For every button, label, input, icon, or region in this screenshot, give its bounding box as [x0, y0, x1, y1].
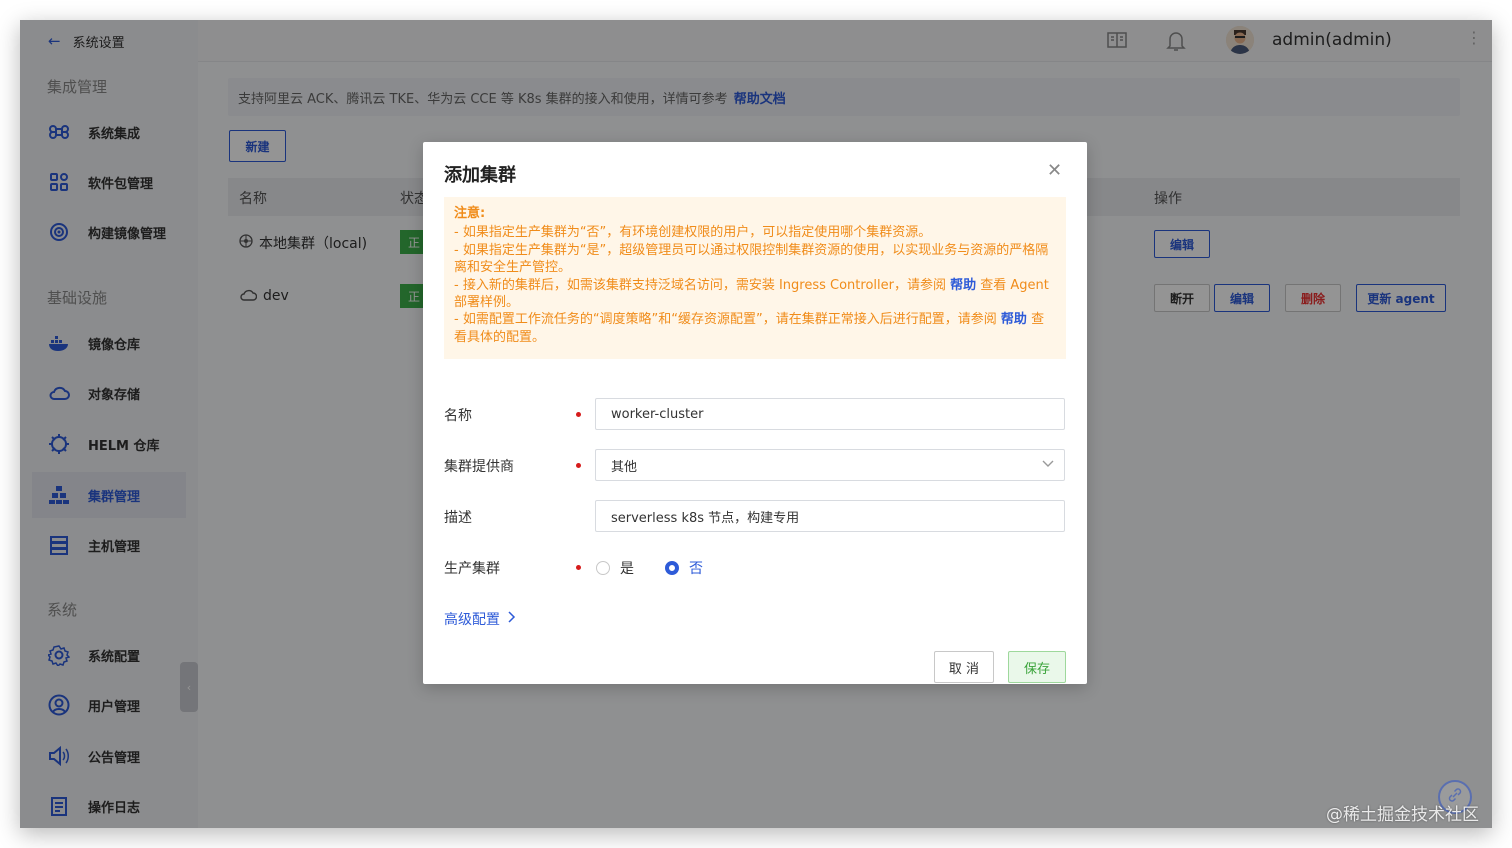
close-icon[interactable]: ✕: [1047, 160, 1062, 181]
warning-title: 注意:: [454, 206, 486, 221]
desc-input[interactable]: serverless k8s 节点，构建专用: [595, 500, 1065, 532]
required-marker: [576, 565, 581, 570]
required-marker: [576, 463, 581, 468]
dialog-title: 添加集群: [444, 165, 516, 186]
name-label: 名称: [444, 408, 472, 424]
provider-label: 集群提供商: [444, 459, 514, 475]
warning-text: - 如需配置工作流任务的“调度策略”和“缓存资源配置”，请在集群正常接入后进行配…: [454, 312, 997, 328]
warning-line: - 如果指定生产集群为“是”，超级管理员可以通过权限控制集群资源的使用，以实现业…: [454, 242, 1049, 276]
prod-no-radio[interactable]: [665, 561, 679, 575]
prod-no-label[interactable]: 否: [689, 558, 703, 578]
desc-label: 描述: [444, 510, 472, 526]
provider-value: 其他: [611, 459, 638, 475]
help-link[interactable]: 帮助: [950, 278, 976, 293]
warning-line: - 接入新的集群后，如需该集群支持泛域名访问，需安装 Ingress Contr…: [454, 277, 1056, 312]
warning-line: - 如需配置工作流任务的“调度策略”和“缓存资源配置”，请在集群正常接入后进行配…: [454, 311, 1056, 346]
prod-label: 生产集群: [444, 561, 500, 577]
chevron-right-icon: [508, 611, 516, 627]
name-input[interactable]: worker-cluster: [595, 398, 1065, 430]
prod-yes-radio[interactable]: [596, 561, 610, 575]
warning-line: - 如果指定生产集群为“否”，有环境创建权限的用户，可以指定使用哪个集群资源。: [454, 225, 932, 241]
warning-box: 注意: - 如果指定生产集群为“否”，有环境创建权限的用户，可以指定使用哪个集群…: [444, 197, 1066, 359]
required-marker: [576, 412, 581, 417]
chevron-down-icon: [1042, 458, 1054, 471]
cancel-button[interactable]: 取 消: [934, 651, 994, 683]
app-window: ← 系统设置 集成管理 系统集成 软件包管理 构建镜像管理 基础设施 镜像仓库 …: [20, 20, 1492, 828]
provider-select[interactable]: 其他: [595, 449, 1065, 481]
advanced-label: 高级配置: [444, 612, 500, 628]
warning-text: - 接入新的集群后，如需该集群支持泛域名访问，需安装 Ingress Contr…: [454, 277, 946, 293]
help-link[interactable]: 帮助: [1001, 312, 1027, 327]
save-button[interactable]: 保存: [1008, 651, 1066, 683]
prod-yes-label[interactable]: 是: [620, 558, 634, 578]
add-cluster-dialog: 添加集群 ✕ 注意: - 如果指定生产集群为“否”，有环境创建权限的用户，可以指…: [423, 142, 1087, 684]
advanced-config-link[interactable]: 高级配置: [444, 609, 516, 629]
watermark-text: @稀土掘金技术社区: [1326, 805, 1479, 825]
